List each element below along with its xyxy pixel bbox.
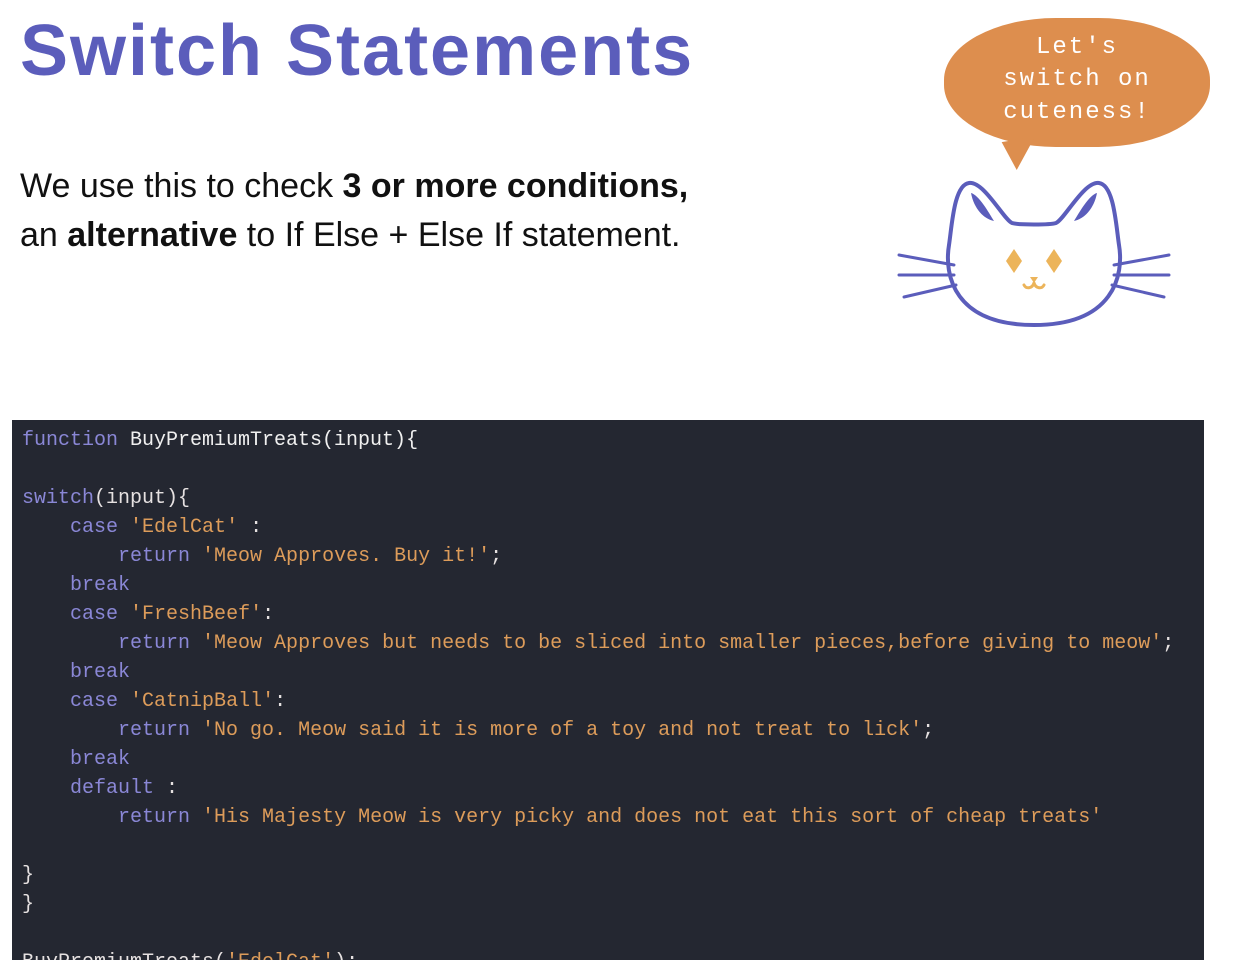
kw-case-3: case <box>70 690 118 713</box>
case1-value: 'EdelCat' <box>130 516 238 539</box>
switch-arg: (input){ <box>94 487 190 510</box>
subtitle-bold-alternative: alternative <box>67 216 237 254</box>
subtitle-post: to If Else + Else If statement. <box>237 216 680 254</box>
kw-case-1: case <box>70 516 118 539</box>
subtitle-bold-conditions: 3 or more conditions, <box>343 167 689 205</box>
kw-default: default <box>70 777 154 800</box>
semi-2: ; <box>1162 632 1174 655</box>
case3-return: 'No go. Meow said it is more of a toy an… <box>202 719 922 742</box>
colon-1: : <box>238 516 262 539</box>
colon-4: : <box>154 777 178 800</box>
subtitle: We use this to check 3 or more condition… <box>20 162 780 261</box>
default-return: 'His Majesty Meow is very picky and does… <box>202 806 1102 829</box>
kw-return-4: return <box>118 806 190 829</box>
case3-value: 'CatnipBall' <box>130 690 274 713</box>
call-pre: BuyPremiumTreats( <box>22 951 226 960</box>
subtitle-mid: an <box>20 216 67 254</box>
kw-break-1: break <box>70 574 130 597</box>
speech-bubble: Let's switch on cuteness! <box>944 18 1210 147</box>
kw-return-1: return <box>118 545 190 568</box>
kw-switch: switch <box>22 487 94 510</box>
semi-1: ; <box>490 545 502 568</box>
colon-3: : <box>274 690 286 713</box>
case1-return: 'Meow Approves. Buy it!' <box>202 545 490 568</box>
subtitle-pre: We use this to check <box>20 167 343 205</box>
kw-return-3: return <box>118 719 190 742</box>
brace-close-2: } <box>22 893 34 916</box>
fn-signature: BuyPremiumTreats(input){ <box>118 429 418 452</box>
semi-3: ; <box>922 719 934 742</box>
kw-break-2: break <box>70 661 130 684</box>
case2-return: 'Meow Approves but needs to be sliced in… <box>202 632 1162 655</box>
call-arg: 'EdelCat' <box>226 951 334 960</box>
kw-case-2: case <box>70 603 118 626</box>
cat-icon <box>894 165 1204 340</box>
code-block: function BuyPremiumTreats(input){ switch… <box>12 420 1204 960</box>
kw-function: function <box>22 429 118 452</box>
case2-value: 'FreshBeef' <box>130 603 262 626</box>
brace-close-1: } <box>22 864 34 887</box>
slide: Switch Statements We use this to check 3… <box>0 10 1244 960</box>
kw-break-3: break <box>70 748 130 771</box>
kw-return-2: return <box>118 632 190 655</box>
cat-with-bubble: Let's switch on cuteness! <box>894 18 1204 340</box>
colon-2: : <box>262 603 274 626</box>
call-post: ); <box>334 951 358 960</box>
